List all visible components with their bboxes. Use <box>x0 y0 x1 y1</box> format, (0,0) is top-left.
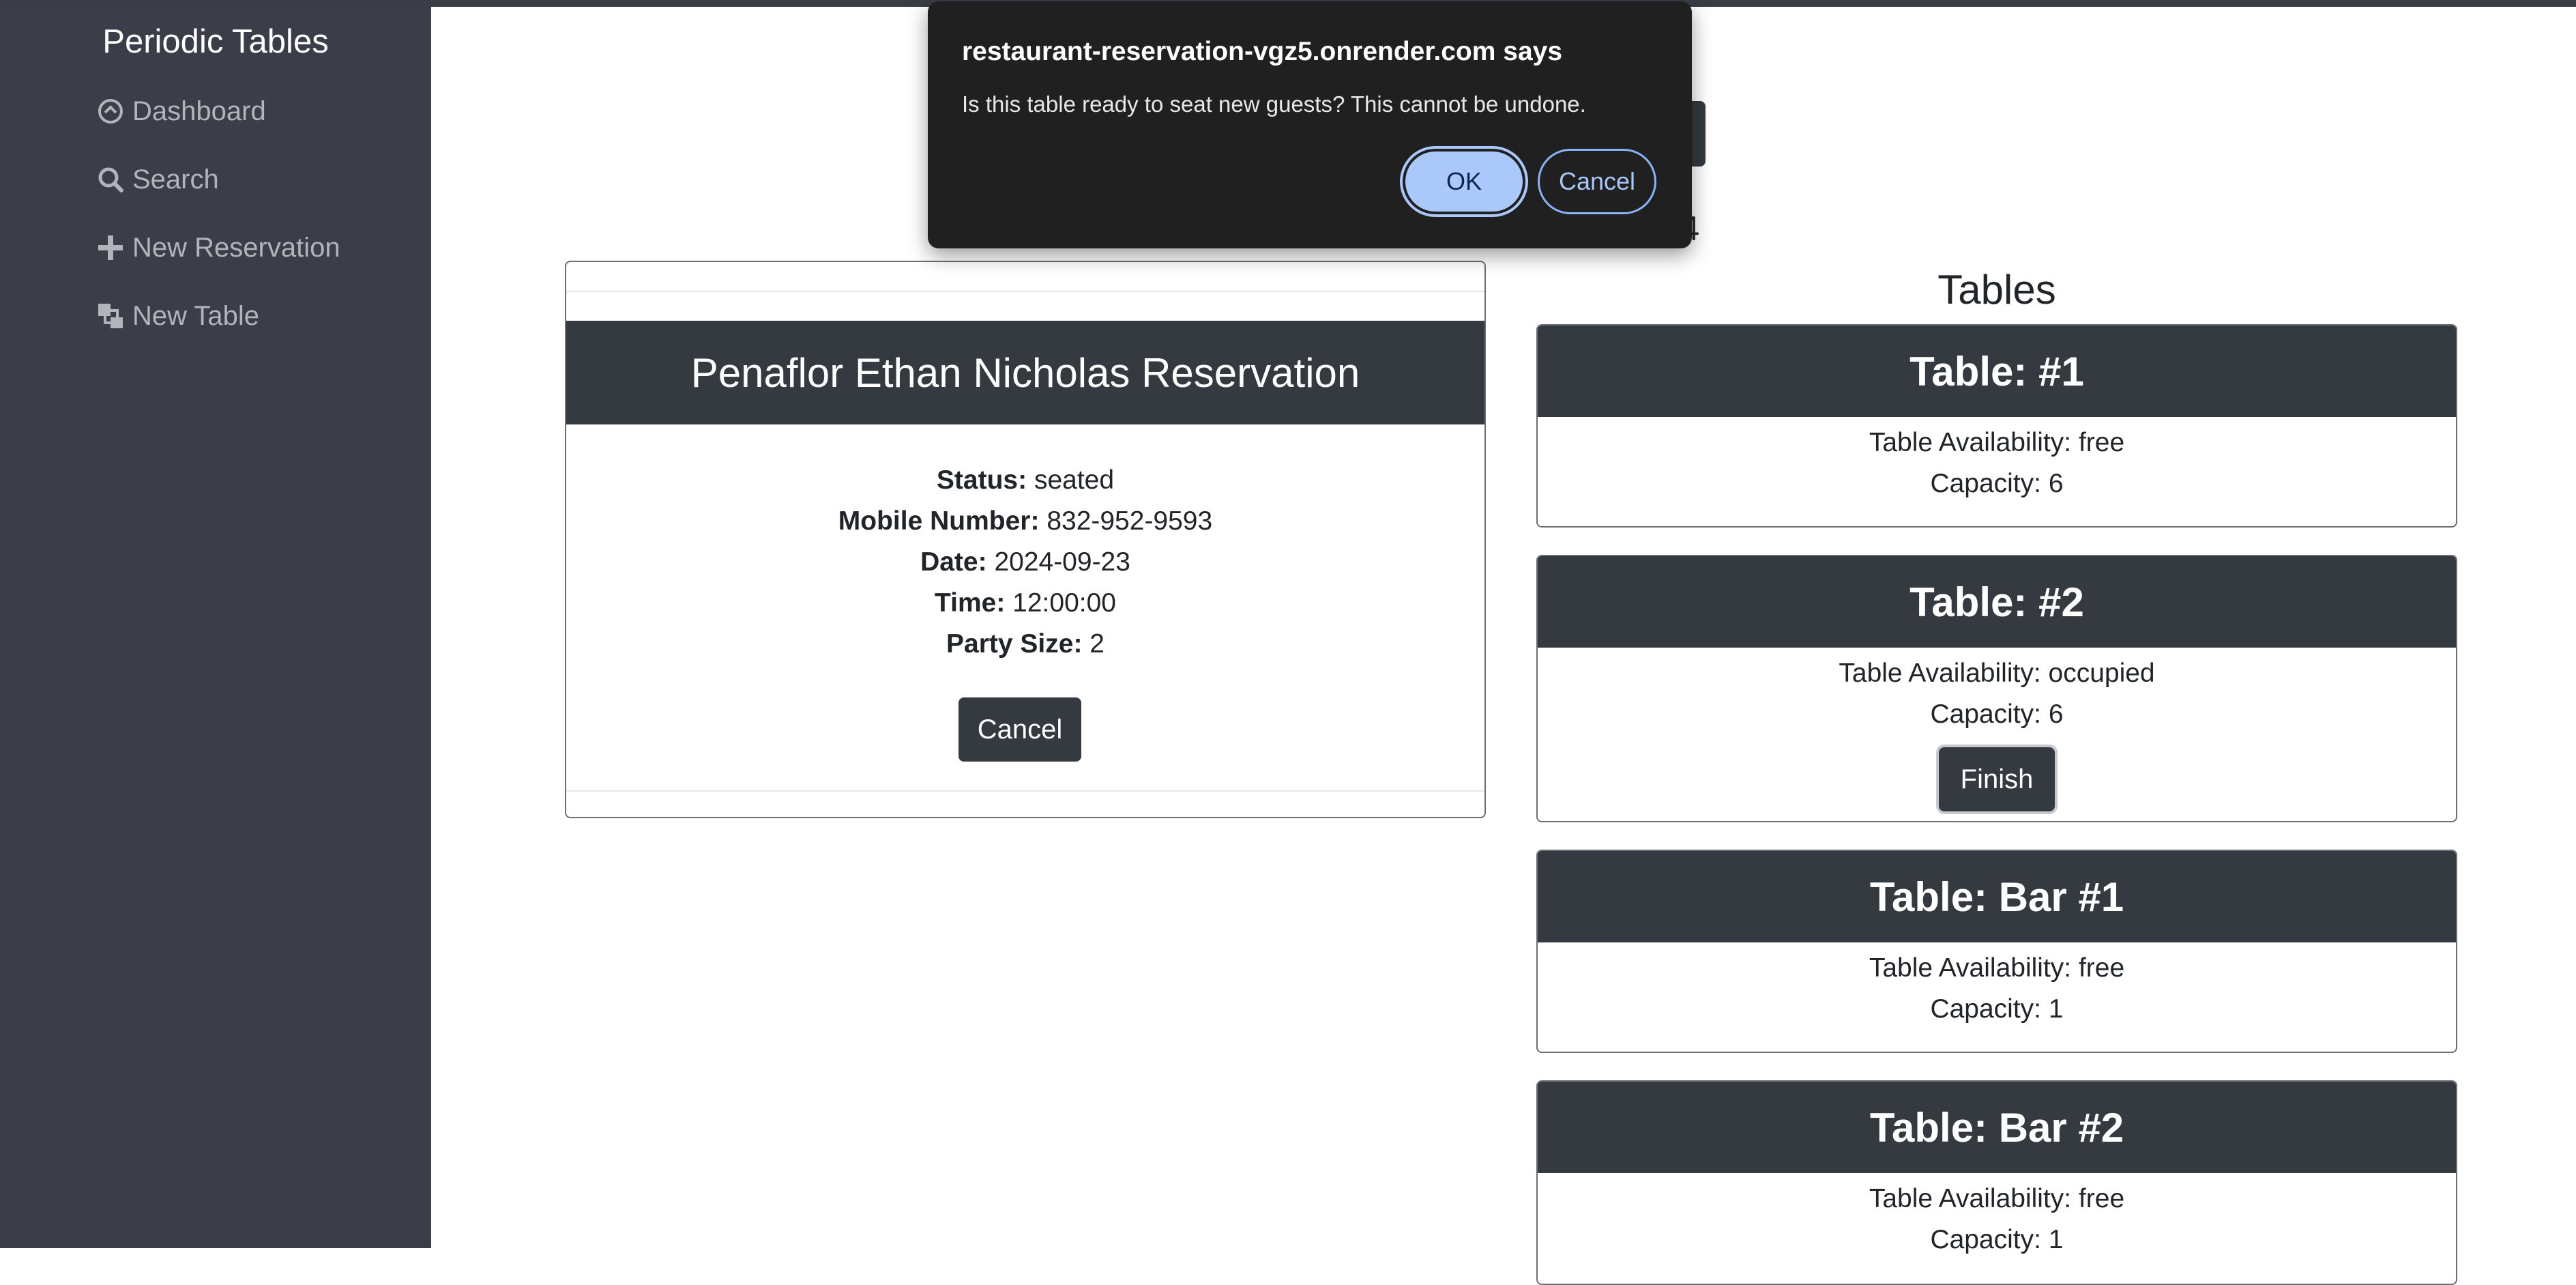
dashboard-icon <box>96 96 126 126</box>
reservation-title: Penaflor Ethan Nicholas Reservation <box>566 321 1484 424</box>
table-availability: Table Availability: free <box>1869 953 2125 983</box>
table-capacity: Capacity: 1 <box>1930 1225 2064 1254</box>
table-card: Table: Bar #2 Table Availability: free C… <box>1536 1080 2457 1285</box>
table-name: Table: Bar #2 <box>1538 1082 2456 1173</box>
table-availability: Table Availability: free <box>1869 1184 2125 1213</box>
dialog-cancel-button[interactable]: Cancel <box>1538 149 1656 214</box>
sidebar-item-new-reservation[interactable]: New Reservation <box>96 224 340 272</box>
search-icon <box>96 164 126 194</box>
sidebar-item-dashboard[interactable]: Dashboard <box>96 87 266 135</box>
reservation-status: Status: seated <box>936 465 1115 495</box>
sidebar: Periodic Tables Dashboard Search New Res… <box>0 0 431 1248</box>
dialog-title: restaurant-reservation-vgz5.onrender.com… <box>962 37 1563 66</box>
reservation-time: Time: 12:00:00 <box>935 588 1116 618</box>
table-availability: Table Availability: free <box>1869 428 2125 457</box>
ok-button[interactable]: OK <box>1403 149 1525 214</box>
reservation-card: Penaflor Ethan Nicholas Reservation Stat… <box>565 261 1486 818</box>
sidebar-item-label: New Reservation <box>132 232 340 263</box>
table-name: Table: #2 <box>1538 556 2456 648</box>
plus-icon <box>96 233 126 263</box>
sidebar-item-label: Dashboard <box>132 96 266 126</box>
app-brand[interactable]: Periodic Tables <box>0 18 431 66</box>
sidebar-item-new-table[interactable]: New Table <box>96 292 259 340</box>
tables-heading: Tables <box>1937 267 2056 313</box>
reservation-details: Status: seated Mobile Number: 832-952-95… <box>566 460 1484 665</box>
table-card: Table: #1 Table Availability: free Capac… <box>1536 324 2457 528</box>
divider <box>566 790 1484 792</box>
table-icon <box>96 301 126 331</box>
table-name: Table: #1 <box>1538 326 2456 417</box>
sidebar-item-search[interactable]: Search <box>96 156 219 203</box>
table-card: Table: Bar #1 Table Availability: free C… <box>1536 850 2457 1053</box>
dialog-message: Is this table ready to seat new guests? … <box>962 91 1586 117</box>
cancel-reservation-button[interactable]: Cancel <box>958 697 1081 762</box>
reservation-mobile: Mobile Number: 832-952-9593 <box>838 506 1213 536</box>
table-availability: Table Availability: occupied <box>1839 659 2155 688</box>
reservation-party-size: Party Size: 2 <box>946 629 1104 659</box>
sidebar-item-label: New Table <box>132 300 260 331</box>
table-capacity: Capacity: 6 <box>1930 699 2064 729</box>
table-capacity: Capacity: 6 <box>1930 469 2064 498</box>
table-card: Table: #2 Table Availability: occupied C… <box>1536 555 2457 822</box>
sidebar-item-label: Search <box>132 164 219 194</box>
finish-button[interactable]: Finish <box>1939 747 2055 811</box>
reservation-date: Date: 2024-09-23 <box>920 547 1130 577</box>
table-capacity: Capacity: 1 <box>1930 994 2064 1024</box>
table-name: Table: Bar #1 <box>1538 851 2456 942</box>
divider <box>566 291 1484 292</box>
